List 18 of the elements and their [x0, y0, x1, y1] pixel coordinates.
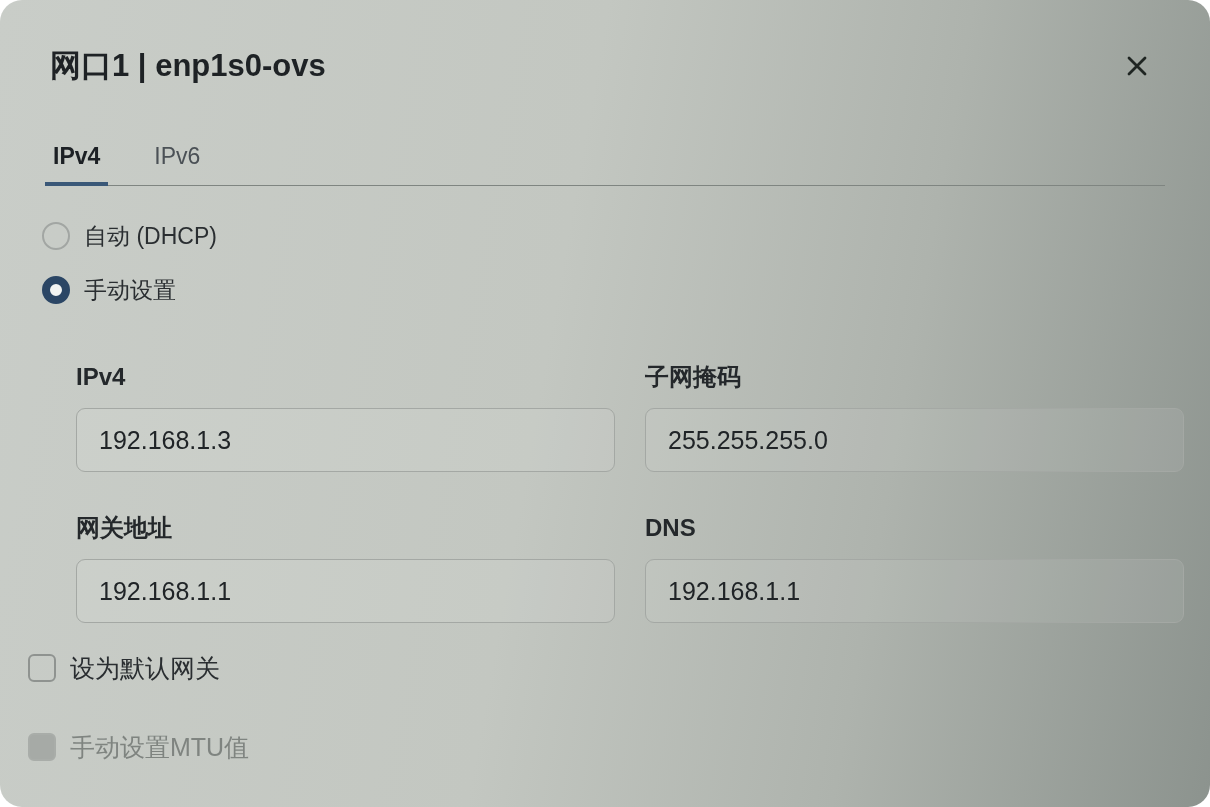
- radio-label[interactable]: 自动 (DHCP): [84, 220, 217, 252]
- input-field[interactable]: 192.168.1.1: [76, 559, 615, 623]
- checkbox[interactable]: [28, 654, 56, 682]
- field-label: 网关地址: [76, 513, 172, 543]
- radio-button[interactable]: [42, 276, 70, 304]
- field-label: IPv4: [76, 362, 126, 392]
- input-field[interactable]: 255.255.255.0: [645, 408, 1184, 472]
- checkbox-label[interactable]: 设为默认网关: [70, 651, 220, 685]
- input-field[interactable]: 192.168.1.3: [76, 408, 615, 472]
- radio-button[interactable]: [42, 222, 70, 250]
- field-label: 子网掩码: [645, 362, 741, 392]
- tab[interactable]: IPv4: [45, 130, 109, 186]
- dialog-title: 网口1 | enp1s0-ovs: [50, 49, 326, 83]
- close-icon: [1127, 56, 1147, 76]
- input-field[interactable]: 192.168.1.1: [645, 559, 1184, 623]
- field-label: DNS: [645, 513, 696, 543]
- radio-label[interactable]: 手动设置: [84, 274, 176, 306]
- tab[interactable]: IPv6: [146, 130, 209, 186]
